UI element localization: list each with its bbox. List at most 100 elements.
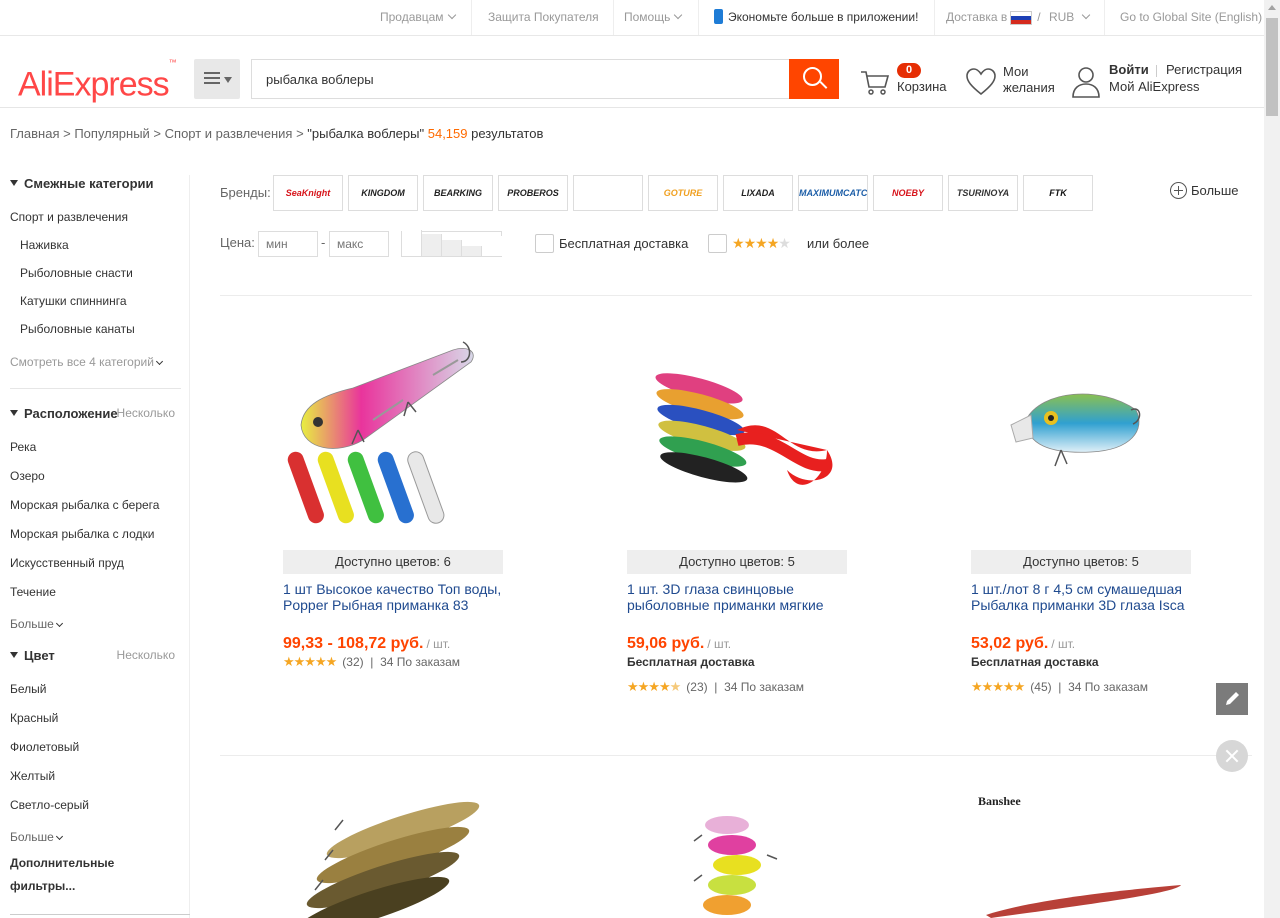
scroll-up-arrow-icon[interactable] [1268,5,1276,10]
aliexpress-logo[interactable]: AliExpress™ [18,58,177,104]
review-count[interactable]: (23) [686,680,707,694]
color-item-red[interactable]: Красный [10,711,58,725]
close-button[interactable] [1216,740,1248,772]
rating-checkbox[interactable] [708,234,727,253]
price-histogram[interactable] [401,230,502,257]
color-item-yellow[interactable]: Желтый [10,769,55,783]
brand-logo-proberos[interactable]: PROBEROS [498,175,568,211]
brand-logo-kingdom[interactable]: KINGDOM [348,175,418,211]
rating-or-more-label[interactable]: или более [807,236,869,251]
buyer-protection-link[interactable]: Защита Покупателя [488,0,599,35]
free-shipping-badge: Бесплатная доставка [971,655,1099,669]
brand-logo-unnamed[interactable] [573,175,643,211]
my-aliexpress-link[interactable]: Мой AliExpress [1109,79,1200,94]
sidebar-item-tackle[interactable]: Рыболовные снасти [20,266,133,280]
location-item-boat[interactable]: Морская рыбалка с лодки [10,527,154,541]
scroll-thumb[interactable] [1266,18,1278,116]
brand-logo-bearking[interactable]: BEARKING [423,175,493,211]
color-multi-select[interactable]: Несколько [117,648,175,662]
cart-link[interactable]: 0 Корзина [860,62,960,102]
review-count[interactable]: (32) [342,655,363,669]
global-site-link[interactable]: Go to Global Site (English) [1120,0,1262,35]
caret-down-icon [10,410,18,416]
help-menu[interactable]: Помощь [624,0,683,35]
categories-menu-button[interactable] [194,59,240,99]
location-item-pond[interactable]: Искусственный пруд [10,556,124,570]
app-promo-link[interactable]: Экономьте больше в приложении! [714,0,918,35]
product-card[interactable]: Доступно цветов: 5 1 шт./лот 8 г 4,5 см … [971,330,1211,720]
edit-feedback-button[interactable] [1216,683,1248,715]
product-image[interactable] [971,860,1191,918]
color-header[interactable]: Цвет Несколько [10,648,175,663]
product-image[interactable] [283,330,503,550]
color-item-light-gray[interactable]: Светло-серый [10,798,89,812]
sidebar-item-bait[interactable]: Наживка [20,238,69,252]
scrollbar[interactable] [1264,0,1280,918]
see-all-categories-link[interactable]: Смотреть все 4 категорий [10,355,163,369]
location-item-stream[interactable]: Течение [10,585,56,599]
location-more-link[interactable]: Больше [10,617,63,631]
histogram-bar [422,234,442,256]
location-multi-select[interactable]: Несколько [117,406,175,420]
delivery-menu[interactable]: Доставка в / RUB [946,0,1091,35]
breadcrumb-home[interactable]: Главная [10,126,59,141]
location-item-lake[interactable]: Озеро [10,469,45,483]
color-item-purple[interactable]: Фиолетовый [10,740,79,754]
product-price: 53,02 руб. / шт. [971,635,1075,653]
color-more-link[interactable]: Больше [10,830,63,844]
available-colors: Доступно цветов: 6 [283,550,503,574]
location-item-river[interactable]: Река [10,440,36,454]
breadcrumb-separator: > [153,126,162,141]
brand-logo-tsurinoya[interactable]: TSURINOYA [948,175,1018,211]
product-title[interactable]: 1 шт./лот 8 г 4,5 см сумашедшая Рыбалка … [971,581,1197,613]
review-count[interactable]: (45) [1030,680,1051,694]
brand-name: PROBEROS [507,188,559,198]
price-unit: / шт. [426,637,451,651]
sidebar-item-lines[interactable]: Рыболовные канаты [20,322,135,336]
location-item-shore[interactable]: Морская рыбалка с берега [10,498,159,512]
histogram-bar [462,246,482,256]
search-button[interactable] [789,59,839,99]
product-card[interactable]: Доступно цветов: 6 1 шт Высокое качество… [283,330,523,720]
price-value: 53,02 руб. [971,635,1049,652]
brand-logo-seaknight[interactable]: SeaKnight [273,175,343,211]
free-shipping-label[interactable]: Бесплатная доставка [559,236,688,251]
related-categories-header[interactable]: Смежные категории [10,176,154,191]
breadcrumb-popular[interactable]: Популярный [74,126,149,141]
product-image[interactable] [283,790,503,918]
color-item-white[interactable]: Белый [10,682,46,696]
login-link[interactable]: Войти [1109,62,1149,77]
search-input[interactable] [251,59,789,99]
logo-tm: ™ [168,58,177,67]
brand-logo-goture[interactable]: GOTURE [648,175,718,211]
free-shipping-checkbox[interactable] [535,234,554,253]
location-header[interactable]: Расположение Несколько [10,406,175,421]
price-max-input[interactable] [329,231,389,257]
product-title[interactable]: 1 шт. 3D глаза свинцовые рыболовные прим… [627,581,853,613]
product-image[interactable] [627,805,847,918]
rating-filter-stars: ★★★★★ [732,235,791,252]
product-image[interactable] [627,330,847,550]
breadcrumb-separator: > [296,126,304,141]
sidebar-item-sports[interactable]: Спорт и развлечения [10,210,128,224]
wishlist-link[interactable]: Мои желания [966,62,1066,102]
chevron-down-icon [1082,10,1091,20]
breadcrumb-sports[interactable]: Спорт и развлечения [165,126,293,141]
brand-logo-noeby[interactable]: NOEBY [873,175,943,211]
more-brands-button[interactable]: Больше [1170,182,1239,200]
brand-logo-maximumcatch[interactable]: MAXIMUMCATCH [798,175,868,211]
product-card[interactable]: Доступно цветов: 5 1 шт. 3D глаза свинцо… [627,330,867,720]
brand-logo-ftk[interactable]: FTK [1023,175,1093,211]
product-title[interactable]: 1 шт Высокое качество Топ воды, Popper Р… [283,581,509,613]
extra-filters-link[interactable]: Дополнительные фильтры... [10,852,150,898]
sellers-menu[interactable]: Продавцам [380,0,456,35]
location-title: Расположение [24,406,118,421]
price-min-input[interactable] [258,231,318,257]
product-image[interactable] [971,330,1191,550]
results-label: результатов [471,126,544,141]
results-count: 54,159 [427,126,468,141]
see-all-label: Смотреть все 4 категорий [10,355,154,369]
register-link[interactable]: Регистрация [1166,62,1242,77]
sidebar-item-reels[interactable]: Катушки спиннинга [20,294,127,308]
brand-logo-lixada[interactable]: LIXADA [723,175,793,211]
